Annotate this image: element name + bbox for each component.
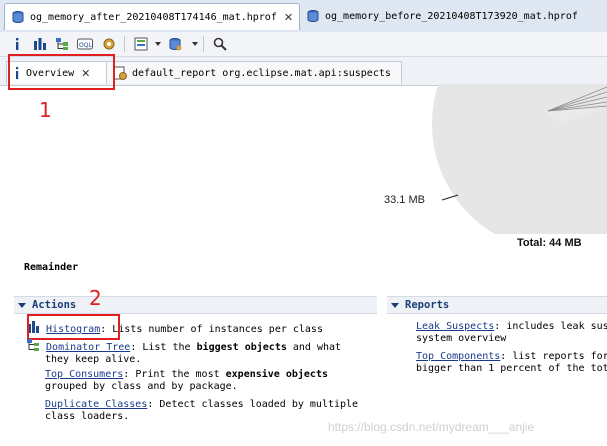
heap-pie-chart [432, 84, 607, 234]
top-consumers-bold: expensive objects [225, 369, 328, 380]
watermark: https://blog.csdn.net/mydream___anjie [328, 420, 535, 434]
tab-label: default_report org.eclipse.mat.api:suspe… [132, 67, 391, 79]
duplicate-classes-description-line2: class loaders. [45, 411, 130, 422]
top-components-description: : list reports for [500, 351, 607, 362]
svg-text:OQL: OQL [79, 42, 92, 49]
dominator-tree-description-2: and what [286, 342, 342, 353]
collapse-triangle-icon[interactable] [18, 302, 26, 308]
report-item-leak-suspects: Leak Suspects: includes leak sus system … [416, 321, 607, 345]
pie-total-label: Total: 44 MB [517, 237, 582, 249]
heap-dump-icon [12, 11, 24, 23]
leak-suspects-description-line2: system overview [416, 333, 507, 344]
heap-dump-icon [307, 10, 319, 22]
query-browser-icon[interactable] [132, 35, 150, 53]
search-icon[interactable] [211, 35, 229, 53]
editor-tab-before-hprof[interactable]: og_memory_before_20210408T173920_mat.hpr… [300, 3, 584, 29]
histogram-icon[interactable] [31, 35, 49, 53]
dropdown-caret-icon[interactable] [192, 42, 198, 46]
action-item-dominator-tree: Dominator Tree: List the biggest objects… [27, 339, 377, 366]
remainder-label: Remainder [24, 262, 79, 273]
collapse-triangle-icon[interactable] [391, 302, 399, 308]
histogram-description: : Lists number of instances per class [100, 324, 323, 335]
toolbar-separator [124, 36, 125, 52]
dominator-tree-description: : List the [130, 342, 197, 353]
actions-section-title: Actions [32, 299, 77, 311]
dropdown-caret-icon[interactable] [155, 42, 161, 46]
pie-slice-remainder [432, 84, 607, 234]
action-item-top-consumers: Top Consumers: Print the most expensive … [45, 369, 377, 393]
editor-tab-label: og_memory_after_20210408T174146_mat.hpro… [30, 11, 277, 23]
info-icon[interactable] [8, 35, 26, 53]
dominator-tree-link[interactable]: Dominator Tree [46, 342, 130, 353]
report-item-top-components: Top Components: list reports for bigger … [416, 351, 607, 375]
annotation-box-overview [8, 54, 115, 90]
close-icon[interactable]: ✕ [284, 11, 293, 24]
annotation-number-1: 1 [39, 98, 52, 122]
settings-gear-icon[interactable] [100, 35, 118, 53]
duplicate-classes-description: : Detect classes loaded by multiple [147, 399, 359, 410]
tab-default-report[interactable]: default_report org.eclipse.mat.api:suspe… [106, 61, 402, 84]
editor-tab-after-hprof[interactable]: og_memory_after_20210408T174146_mat.hpro… [4, 3, 301, 30]
dominator-tree-description-line2: they keep alive. [45, 354, 142, 365]
reports-section-header[interactable]: Reports [387, 296, 607, 314]
top-consumers-link[interactable]: Top Consumers [45, 369, 123, 380]
dominator-tree-bold: biggest objects [196, 342, 287, 353]
toolbar-separator [203, 36, 204, 52]
oql-icon[interactable]: OQL [76, 35, 94, 53]
pie-slice-label: 33.1 MB [384, 194, 425, 206]
annotation-number-2: 2 [89, 286, 102, 310]
duplicate-classes-link[interactable]: Duplicate Classes [45, 399, 147, 410]
actions-section-header[interactable]: Actions [14, 296, 377, 314]
reports-section-title: Reports [405, 299, 450, 311]
leak-suspects-description: : includes leak sus [494, 321, 607, 332]
leak-suspects-link[interactable]: Leak Suspects [416, 321, 494, 332]
annotation-box-histogram [27, 314, 120, 340]
heap-dump-overview-icon[interactable] [166, 35, 184, 53]
dominator-tree-icon [27, 339, 39, 351]
top-consumers-description: : Print the most [123, 369, 226, 380]
dominator-tree-icon[interactable] [53, 35, 71, 53]
top-components-link[interactable]: Top Components [416, 351, 500, 362]
editor-tab-bar: og_memory_after_20210408T174146_mat.hpro… [0, 0, 607, 33]
report-gear-icon [113, 66, 127, 80]
editor-tab-label: og_memory_before_20210408T173920_mat.hpr… [325, 10, 578, 22]
top-components-description-line2: bigger than 1 percent of the tot [416, 363, 607, 374]
top-consumers-description-line2: grouped by class and by package. [45, 381, 238, 392]
